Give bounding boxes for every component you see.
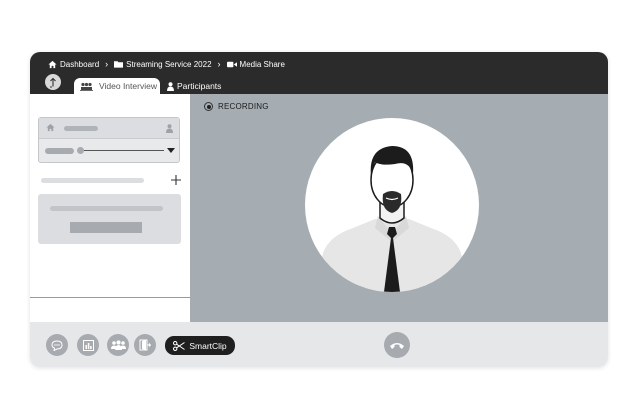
app-window: Dashboard › Streaming Service 2022 › Med… [30,52,608,367]
bottom-toolbar: SmartClip [30,322,608,367]
scissors-icon [173,340,186,351]
chat-icon [51,339,63,351]
group-icon [80,82,93,91]
exit-door-icon [139,339,151,351]
breadcrumb-label: Streaming Service 2022 [126,59,212,69]
smartclip-button[interactable]: SmartClip [165,336,235,355]
settings-card[interactable] [38,117,180,163]
card-header [39,118,179,139]
sidebar [30,94,190,322]
breadcrumb-label: Dashboard [60,59,100,69]
folder-icon [114,61,124,68]
end-call-button[interactable] [384,332,410,358]
recording-label: RECORDING [218,102,269,111]
tab-label: Participants [177,81,222,91]
video-stage: RECORDING [190,94,608,322]
placeholder-panel [38,194,181,244]
top-bar: Dashboard › Streaming Service 2022 › Med… [30,52,608,94]
home-icon [46,123,55,132]
participant-avatar [305,118,479,292]
placeholder-text [64,126,98,131]
video-camera-icon [226,61,237,67]
people-icon [110,340,126,350]
upload-arrow-icon [50,77,56,87]
breadcrumb-dashboard[interactable]: Dashboard [48,60,99,69]
placeholder-text [41,178,144,183]
person-icon [166,124,173,133]
recording-indicator: RECORDING [204,102,269,111]
tab-label: Video Interview [99,81,157,91]
placeholder-text [50,206,163,211]
plus-icon [171,175,181,185]
analytics-button[interactable] [77,334,99,356]
add-button[interactable] [169,173,183,187]
tab-video-interview[interactable]: Video Interview [74,78,160,94]
record-icon [204,102,213,111]
chart-icon [82,339,94,351]
sidebar-divider [30,297,190,298]
leave-button[interactable] [134,334,156,356]
breadcrumb-separator: › [217,59,221,69]
tab-participants[interactable]: Participants [167,78,221,94]
breadcrumb-media-share[interactable]: Media Share [226,59,285,69]
breadcrumb-separator: › [105,59,109,69]
back-button[interactable] [45,74,61,90]
slider-handle[interactable] [77,147,84,154]
chevron-down-icon[interactable] [167,148,175,153]
home-icon [48,60,57,68]
placeholder-button[interactable] [70,222,142,233]
breadcrumb: Dashboard › Streaming Service 2022 › Med… [48,57,285,71]
chat-button[interactable] [46,334,68,356]
smartclip-label: SmartClip [189,340,227,351]
breadcrumb-streaming-service[interactable]: Streaming Service 2022 [114,59,212,69]
slider-track[interactable] [84,150,164,151]
people-button[interactable] [107,334,129,356]
slider-label-placeholder [45,148,74,154]
phone-hangup-icon [390,342,404,349]
breadcrumb-label: Media Share [239,59,285,69]
person-icon [167,81,174,91]
